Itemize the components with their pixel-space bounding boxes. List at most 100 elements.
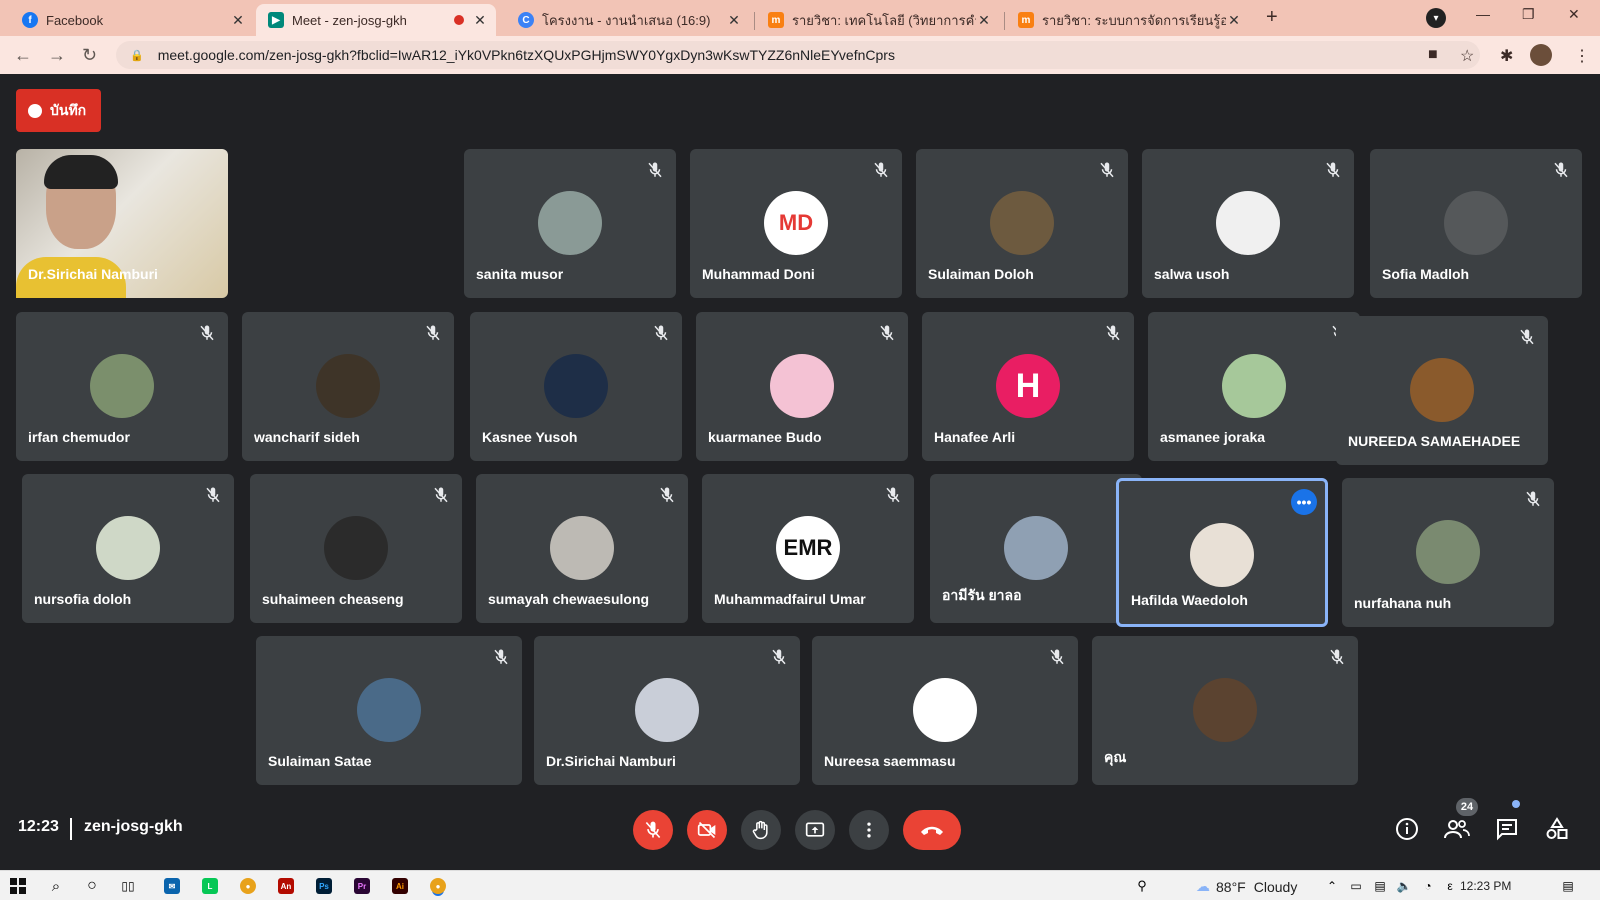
- search-icon[interactable]: ⌕: [46, 876, 66, 896]
- tab-course-lms[interactable]: m รายวิชา: ระบบการจัดการเรียนรู้ออนไลน์ …: [1006, 4, 1250, 36]
- people-taskbar-icon[interactable]: ⚲: [1132, 876, 1152, 896]
- animate-app-icon[interactable]: An: [278, 878, 294, 894]
- close-tab-icon[interactable]: ✕: [1226, 12, 1242, 29]
- participant-tile[interactable]: nursofia doloh: [22, 474, 234, 623]
- people-icon: [1444, 820, 1470, 839]
- chrome-active-app-icon[interactable]: ●: [430, 878, 446, 894]
- participant-name: suhaimeen cheaseng: [262, 591, 404, 607]
- participant-tile[interactable]: irfan chemudor: [16, 312, 228, 461]
- tab-title: Facebook: [46, 12, 104, 28]
- mic-muted-icon: [652, 324, 670, 342]
- participant-tile[interactable]: Hafilda Waedoloh •••: [1116, 478, 1328, 627]
- participant-name: Dr.Sirichai Namburi: [28, 266, 158, 282]
- participant-tile[interactable]: Sulaiman Doloh: [916, 149, 1128, 298]
- meeting-code: zen-josg-gkh: [84, 818, 183, 835]
- close-window-button[interactable]: ✕: [1568, 6, 1580, 23]
- participant-tile[interactable]: sumayah chewaesulong: [476, 474, 688, 623]
- profile-avatar[interactable]: [1530, 44, 1552, 66]
- participant-tile[interactable]: salwa usoh: [1142, 149, 1354, 298]
- participant-tile[interactable]: Dr.Sirichai Namburi: [534, 636, 800, 785]
- network-icon[interactable]: ▤: [1370, 876, 1390, 896]
- close-tab-icon[interactable]: ✕: [472, 12, 488, 29]
- extensions-icon[interactable]: ✱: [1500, 46, 1513, 66]
- tab-meet[interactable]: ▶ Meet - zen-josg-gkh ✕: [256, 4, 496, 36]
- restore-button[interactable]: ❐: [1522, 6, 1535, 23]
- participant-name: Sofia Madloh: [1382, 266, 1470, 282]
- participant-tile[interactable]: Sulaiman Satae: [256, 636, 522, 785]
- participant-avatar: [538, 191, 602, 255]
- illustrator-app-icon[interactable]: Ai: [392, 878, 408, 894]
- meeting-details-button[interactable]: [1392, 814, 1422, 844]
- battery-icon[interactable]: ▭: [1346, 876, 1366, 896]
- more-vert-icon: [867, 822, 871, 838]
- present-icon: [805, 822, 825, 837]
- browser-menu-icon[interactable]: ⋮: [1574, 46, 1590, 66]
- participant-tile[interactable]: MD Muhammad Doni: [690, 149, 902, 298]
- participant-tile[interactable]: kuarmanee Budo: [696, 312, 908, 461]
- task-view-icon[interactable]: ▯▯: [118, 876, 138, 896]
- chrome-app-icon[interactable]: ●: [240, 878, 256, 894]
- tab-course-technology[interactable]: m รายวิชา: เทคโนโลยี (วิทยาการคำนวณ) ✕: [756, 4, 1000, 36]
- wifi-icon[interactable]: ◔: [1418, 876, 1438, 896]
- close-tab-icon[interactable]: ✕: [230, 12, 246, 29]
- participant-tile[interactable]: asmanee joraka: [1148, 312, 1360, 461]
- url-field[interactable]: 🔒 meet.google.com/zen-josg-gkh?fbclid=Iw…: [116, 41, 1480, 69]
- participant-tile[interactable]: nurfahana nuh: [1342, 478, 1554, 627]
- more-options-icon[interactable]: •••: [1291, 489, 1317, 515]
- participant-tile[interactable]: NUREEDA SAMAEHADEE: [1336, 316, 1548, 465]
- participant-tile[interactable]: H Hanafee Arli: [922, 312, 1134, 461]
- bookmark-star-icon[interactable]: ☆: [1460, 46, 1474, 66]
- activities-button[interactable]: [1542, 814, 1572, 844]
- chevron-up-icon[interactable]: ⌃: [1322, 876, 1342, 896]
- leave-call-button[interactable]: [903, 810, 961, 850]
- cortana-icon[interactable]: ○: [82, 876, 102, 896]
- back-icon[interactable]: ←: [14, 45, 32, 66]
- record-button[interactable]: บันทึก: [16, 89, 101, 132]
- participant-tile[interactable]: wancharif sideh: [242, 312, 454, 461]
- tab-search-button[interactable]: ▾: [1426, 8, 1446, 28]
- camera-toggle-button[interactable]: [687, 810, 727, 850]
- close-tab-icon[interactable]: ✕: [976, 12, 992, 29]
- forward-icon[interactable]: →: [48, 45, 66, 66]
- input-language-icon[interactable]: ε: [1440, 876, 1460, 896]
- mail-app-icon[interactable]: ✉: [164, 878, 180, 894]
- mic-toggle-button[interactable]: [633, 810, 673, 850]
- taskbar-clock: 12:23 PM: [1460, 879, 1512, 893]
- close-tab-icon[interactable]: ✕: [726, 12, 742, 29]
- participant-tile[interactable]: Nureesa saemmasu: [812, 636, 1078, 785]
- notifications-icon[interactable]: ▤: [1558, 876, 1578, 896]
- participant-name: nurfahana nuh: [1354, 595, 1452, 611]
- volume-icon[interactable]: 🔈: [1394, 876, 1414, 896]
- chat-button[interactable]: [1492, 814, 1522, 844]
- participant-avatar: [635, 678, 699, 742]
- new-tab-button[interactable]: +: [1266, 6, 1278, 29]
- self-video-tile[interactable]: Dr.Sirichai Namburi: [16, 149, 228, 298]
- participant-tile[interactable]: Kasnee Yusoh: [470, 312, 682, 461]
- tab-canva[interactable]: C โครงงาน - งานนำเสนอ (16:9) ✕: [506, 4, 750, 36]
- line-app-icon[interactable]: L: [202, 878, 218, 894]
- participant-tile[interactable]: sanita musor: [464, 149, 676, 298]
- reload-icon[interactable]: ↻: [82, 45, 97, 66]
- premiere-app-icon[interactable]: Pr: [354, 878, 370, 894]
- camera-off-icon: [697, 821, 716, 839]
- raise-hand-button[interactable]: [741, 810, 781, 850]
- participant-tile[interactable]: คุณ: [1092, 636, 1358, 785]
- windows-start-icon[interactable]: [8, 876, 28, 896]
- tab-facebook[interactable]: f Facebook ✕: [10, 4, 254, 36]
- participant-name: kuarmanee Budo: [708, 429, 822, 445]
- photoshop-app-icon[interactable]: Ps: [316, 878, 332, 894]
- minimize-button[interactable]: —: [1476, 6, 1490, 22]
- participant-avatar: [316, 354, 380, 418]
- participant-tile[interactable]: suhaimeen cheaseng: [250, 474, 462, 623]
- people-button[interactable]: [1442, 814, 1472, 844]
- more-options-button[interactable]: [849, 810, 889, 850]
- weather-widget[interactable]: ☁ 88°F Cloudy: [1196, 878, 1297, 895]
- participant-name: Hafilda Waedoloh: [1131, 592, 1248, 608]
- weather-temp: 88°F: [1216, 878, 1246, 895]
- present-screen-button[interactable]: [795, 810, 835, 850]
- participant-tile[interactable]: อามีรัน ยาลอ: [930, 474, 1142, 623]
- participant-tile[interactable]: Sofia Madloh: [1370, 149, 1582, 298]
- participant-tile[interactable]: EMR Muhammadfairul Umar: [702, 474, 914, 623]
- participant-avatar: [1190, 523, 1254, 587]
- camera-in-use-icon[interactable]: ■: [1428, 46, 1438, 64]
